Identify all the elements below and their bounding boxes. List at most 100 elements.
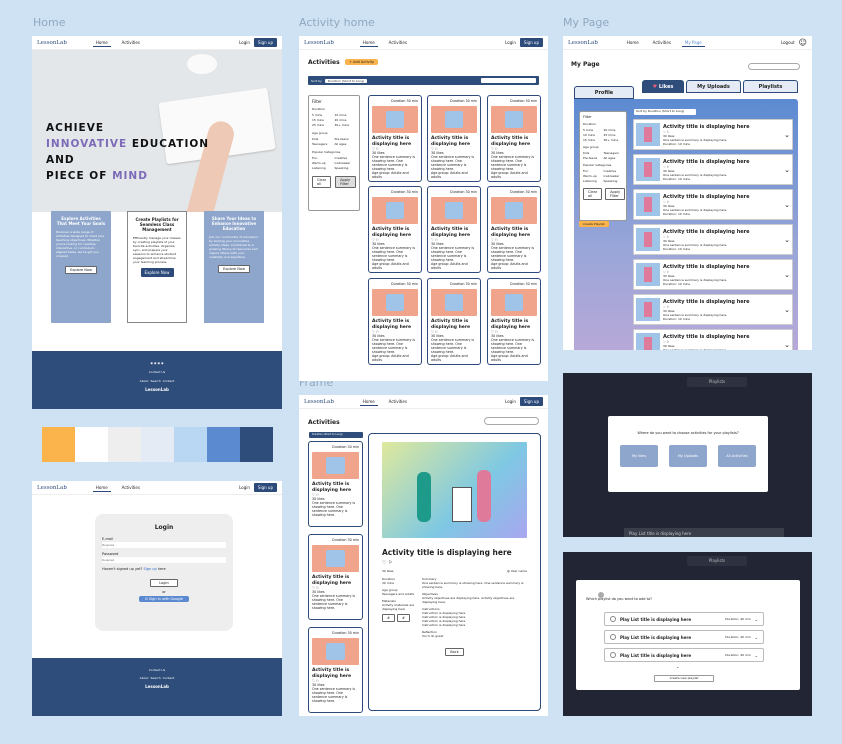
sort-select[interactable]: Sort by Duration (Short to Long) <box>634 109 696 115</box>
user-name[interactable]: ◍ User name <box>507 569 527 573</box>
chevron-down-icon[interactable]: ⌄ <box>784 341 790 349</box>
google-signin-button[interactable]: G Sign in with Google <box>139 596 189 602</box>
explore-button[interactable]: Explore Now <box>140 268 174 277</box>
signup-link[interactable]: Sign up <box>144 567 157 571</box>
signup-button[interactable]: Sign up <box>253 38 277 47</box>
signup-button[interactable]: Sign up <box>253 483 277 492</box>
nav-home[interactable]: Home <box>359 39 378 47</box>
tab-profile[interactable]: Profile <box>574 86 634 99</box>
activity-card[interactable]: Duration 30 min Activity title is display… <box>487 186 541 273</box>
chevron-down-icon[interactable]: ⌄ <box>784 201 790 209</box>
clear-all-button[interactable]: Clear all <box>312 176 332 188</box>
playlist-option[interactable]: Play List title is displaying here Durati… <box>604 630 764 644</box>
nav-my-page[interactable]: My Page <box>681 39 705 47</box>
tab-likes[interactable]: ♥ Likes <box>642 80 684 93</box>
footer: ◉ ◉ ◉ ◉ Contact Us About Search Contact … <box>32 351 282 409</box>
activity-card[interactable]: Duration 30 min Activity title is display… <box>308 627 363 713</box>
password-field[interactable] <box>102 557 226 563</box>
user-avatar-icon[interactable]: ☺ <box>799 38 807 47</box>
activity-card[interactable]: Duration 30 min Activity title is display… <box>487 95 541 182</box>
select-circle-icon <box>610 634 616 640</box>
activity-card[interactable]: Duration 30 min Activity title is display… <box>368 95 422 182</box>
nav-activities[interactable]: Activities <box>386 39 410 47</box>
logo[interactable]: LessonLab <box>37 40 67 46</box>
search-input[interactable] <box>484 417 539 425</box>
signup-button[interactable]: Sign up <box>519 397 543 406</box>
activity-card[interactable]: Duration 30 min Activity title is display… <box>308 441 363 527</box>
signup-button[interactable]: Sign up <box>519 38 543 47</box>
swatch-navy <box>240 427 273 462</box>
nav-home[interactable]: Home <box>92 484 111 492</box>
email-field[interactable] <box>102 542 226 548</box>
more-chevron-icon[interactable]: ⌄ <box>676 664 679 669</box>
chevron-down-icon[interactable]: ⌄ <box>784 166 790 174</box>
explore-button[interactable]: Explore Now <box>65 266 97 274</box>
activity-card[interactable]: Duration 30 min Activity title is display… <box>368 278 422 365</box>
liked-activity-row[interactable]: Activity title is displaying here ♡ ⚐ 30 l… <box>633 294 793 325</box>
create-playlist-button[interactable]: Create new playlist <box>654 675 714 682</box>
chevron-down-icon[interactable]: ⌄ <box>784 306 790 314</box>
search-input[interactable] <box>481 78 536 83</box>
playlist-option[interactable]: Play List title is displaying here Durati… <box>604 648 764 662</box>
logo[interactable]: LessonLab <box>568 40 598 46</box>
activity-card[interactable]: Duration 30 min Activity title is display… <box>308 534 363 620</box>
chevron-down-icon[interactable]: ⌄ <box>784 271 790 279</box>
playlist-option[interactable]: Play List title is displaying here Durati… <box>604 612 764 626</box>
logout-link[interactable]: Logout <box>781 40 795 45</box>
activity-thumbnail <box>491 289 537 316</box>
nav-home[interactable]: Home <box>92 39 111 47</box>
chevron-down-icon[interactable]: ⌄ <box>755 617 758 622</box>
tab-my-uploads[interactable]: My Uploads <box>686 80 741 93</box>
liked-activity-row[interactable]: Activity title is displaying here ♡ ⚐ 30 l… <box>633 329 793 350</box>
logo[interactable]: LessonLab <box>37 485 67 491</box>
login-button[interactable]: Login <box>150 579 178 587</box>
add-activity-button[interactable]: + Add Activity <box>345 59 379 65</box>
sort-select[interactable]: Duration (Short to Long) <box>324 78 368 83</box>
nav-home[interactable]: Home <box>624 39 642 47</box>
my-uploads-option[interactable]: My Uploads <box>669 445 707 467</box>
nav-home[interactable]: Home <box>359 398 378 406</box>
login-link[interactable]: Login <box>239 485 250 490</box>
liked-activity-row[interactable]: Activity title is displaying here ♡ ⚐ 30 l… <box>633 259 793 290</box>
explore-button[interactable]: Explore Now <box>218 265 250 273</box>
back-button[interactable]: Back <box>445 648 464 656</box>
chevron-down-icon[interactable]: ⌄ <box>755 635 758 640</box>
tag-chip[interactable]: # <box>396 614 410 622</box>
create-playlist-button[interactable]: Create Playlist <box>579 221 609 227</box>
nav-activities[interactable]: Activities <box>650 39 674 47</box>
logo[interactable]: LessonLab <box>304 399 334 405</box>
logo[interactable]: LessonLab <box>304 40 334 46</box>
chevron-down-icon[interactable]: ⌄ <box>784 236 790 244</box>
apply-filter-button[interactable]: Apply Filter <box>335 176 356 188</box>
sort-select[interactable]: Duration (Short to Long) <box>309 432 363 438</box>
nav-activities[interactable]: Activities <box>386 398 410 406</box>
chevron-down-icon[interactable]: ⌄ <box>755 653 758 658</box>
nav-activities[interactable]: Activities <box>119 484 143 492</box>
activity-card[interactable]: Duration 30 min Activity title is display… <box>427 95 481 182</box>
activity-card[interactable]: Duration 30 min Activity title is display… <box>427 186 481 273</box>
nav-activities[interactable]: Activities <box>119 39 143 47</box>
login-link[interactable]: Login <box>505 40 516 45</box>
liked-activity-row[interactable]: Activity title is displaying here ♡ ⚐ 30 l… <box>633 189 793 220</box>
activity-card[interactable]: Duration 30 min Activity title is display… <box>487 278 541 365</box>
activity-thumbnail <box>636 123 660 146</box>
login-link[interactable]: Login <box>505 399 516 404</box>
home-frame: LessonLab Home Activities Login Sign up AC… <box>32 36 282 409</box>
my-likes-option[interactable]: My likes <box>620 445 658 467</box>
search-input[interactable] <box>748 63 800 70</box>
tab-playlists[interactable]: Playlists <box>743 80 798 93</box>
login-link[interactable]: Login <box>239 40 250 45</box>
bookmark-icon[interactable]: ⚐ <box>388 560 392 566</box>
tag-chip[interactable]: # <box>382 614 395 622</box>
my-page-frame: LessonLab Home Activities My Page Logout ☺ … <box>563 36 812 350</box>
activity-card[interactable]: Duration 30 min Activity title is display… <box>368 186 422 273</box>
activity-card[interactable]: Duration 30 min Activity title is display… <box>427 278 481 365</box>
liked-activity-row[interactable]: Activity title is displaying here ♡ ⚐ 30 l… <box>633 154 793 185</box>
chevron-down-icon[interactable]: ⌄ <box>784 131 790 139</box>
heart-icon[interactable]: ♡ <box>382 560 386 566</box>
liked-activity-row[interactable]: Activity title is displaying here ♡ ⚐ 30 l… <box>633 119 793 150</box>
clear-all-button[interactable]: Clear all <box>583 188 603 200</box>
all-activities-option[interactable]: All Activities <box>718 445 756 467</box>
apply-filter-button[interactable]: Apply Filter <box>605 188 626 200</box>
liked-activity-row[interactable]: Activity title is displaying here ♡ ⚐ 30 l… <box>633 224 793 255</box>
